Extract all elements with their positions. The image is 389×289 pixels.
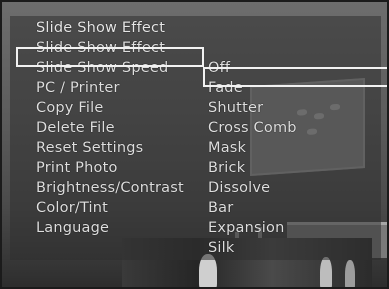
option-bar[interactable]: Bar (208, 198, 297, 218)
settings-menu: Slide Show Effect Slide Show Effect Slid… (10, 16, 387, 260)
option-silk[interactable]: Silk (208, 238, 297, 258)
menu-item-language[interactable]: Language (36, 218, 184, 238)
menu-item-copy-file[interactable]: Copy File (36, 98, 184, 118)
selected-item-highlight (16, 47, 204, 67)
photo-frame-screen: Slide Show Effect Slide Show Effect Slid… (0, 0, 389, 289)
menu-title: Slide Show Effect (36, 20, 166, 36)
option-cross-comb[interactable]: Cross Comb (208, 118, 297, 138)
menu-item-reset-settings[interactable]: Reset Settings (36, 138, 184, 158)
menu-item-color-tint[interactable]: Color/Tint (36, 198, 184, 218)
option-dissolve[interactable]: Dissolve (208, 178, 297, 198)
option-brick[interactable]: Brick (208, 158, 297, 178)
menu-item-brightness-contrast[interactable]: Brightness/Contrast (36, 178, 184, 198)
option-expansion[interactable]: Expansion (208, 218, 297, 238)
option-mask[interactable]: Mask (208, 138, 297, 158)
effect-options-list: Off Fade Shutter Cross Comb Mask Brick D… (208, 58, 297, 258)
menu-item-delete-file[interactable]: Delete File (36, 118, 184, 138)
menu-item-pc-printer[interactable]: PC / Printer (36, 78, 184, 98)
option-shutter[interactable]: Shutter (208, 98, 297, 118)
selected-option-highlight (203, 67, 387, 87)
menu-item-print-photo[interactable]: Print Photo (36, 158, 184, 178)
